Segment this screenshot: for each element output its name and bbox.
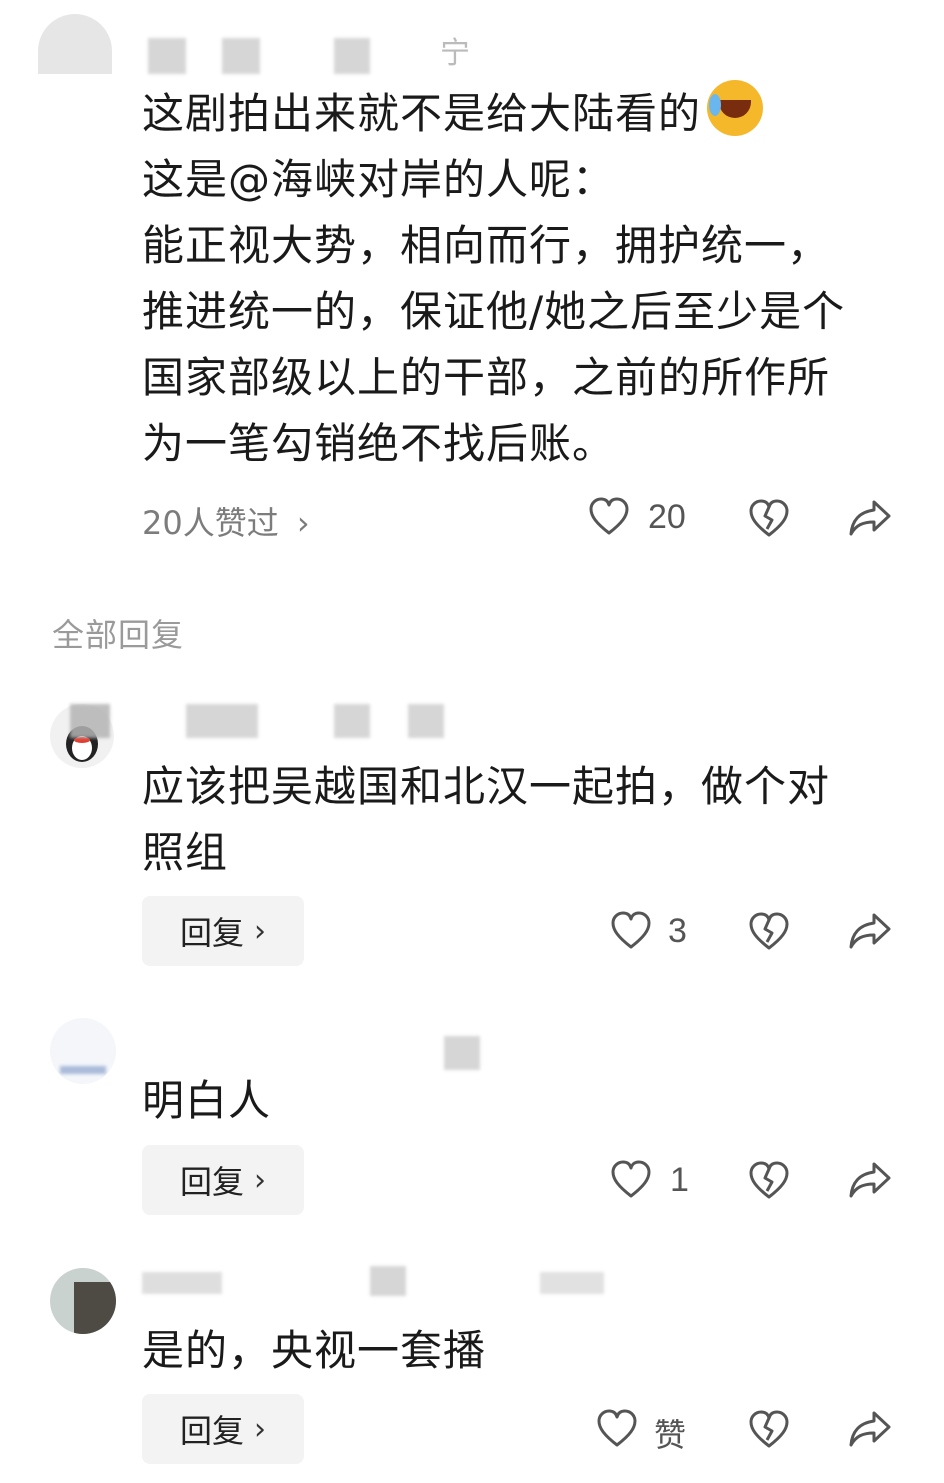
reply-1-like-count: 3 [668, 912, 687, 950]
reply-3-like-label: 赞 [654, 1417, 687, 1453]
section-title-all-replies: 全部回复 [52, 616, 185, 654]
main-comment-line-5: 国家部级以上的干部，之前的所作所 [142, 353, 831, 402]
reply-1-reply-button[interactable]: 回复 › [142, 896, 304, 966]
heart-outline-icon[interactable] [610, 1160, 652, 1200]
liked-by-link[interactable]: 20人赞过 › [142, 498, 310, 544]
reply-3-avatar[interactable] [50, 1268, 116, 1334]
main-comment-line-3: 能正视大势，相向而行，拥护统一， [142, 221, 831, 270]
reply-2-line-1: 明白人 [142, 1076, 272, 1125]
reply-1-line-1: 应该把吴越国和北汉一起拍，做个对 [142, 762, 831, 811]
main-comment-avatar[interactable] [38, 14, 112, 74]
reply-2-like-count: 1 [670, 1161, 689, 1199]
share-arrow-icon[interactable] [848, 1161, 892, 1199]
main-comment-line-1: 这剧拍出来就不是给大陆看的 [142, 80, 912, 147]
reply-1-line-2: 照组 [142, 828, 229, 877]
broken-heart-icon[interactable] [748, 1410, 790, 1450]
reply-2-reply-button[interactable]: 回复 › [142, 1145, 304, 1215]
reply-3-reply-button[interactable]: 回复 › [142, 1394, 304, 1464]
broken-heart-icon[interactable] [748, 499, 790, 539]
share-arrow-icon[interactable] [848, 1410, 892, 1448]
reply-1-text: 应该把吴越国和北汉一起拍，做个对 照组 [142, 754, 912, 886]
reply-2-text: 明白人 [142, 1068, 912, 1134]
main-comment-line-2: 这是@海峡对岸的人呢： [142, 155, 616, 204]
broken-heart-icon[interactable] [748, 912, 790, 952]
reply-3-line-1: 是的，央视一套播 [142, 1326, 487, 1375]
chevron-right-icon: › [254, 1162, 266, 1198]
chevron-right-icon: › [296, 504, 310, 542]
reply-2-avatar[interactable] [50, 1018, 116, 1084]
heart-outline-icon[interactable] [588, 497, 630, 537]
broken-heart-icon[interactable] [748, 1161, 790, 1201]
main-comment-text: 这剧拍出来就不是给大陆看的 这是@海峡对岸的人呢： 能正视大势，相向而行，拥护统… [142, 80, 912, 477]
main-comment-line-4: 推进统一的，保证他/她之后至少是个 [142, 287, 846, 336]
heart-outline-icon[interactable] [610, 911, 652, 951]
chevron-right-icon: › [254, 913, 266, 949]
share-arrow-icon[interactable] [848, 499, 892, 537]
heart-outline-icon[interactable] [596, 1409, 638, 1449]
laughing-crying-emoji-icon [707, 80, 764, 136]
main-comment-line-6: 为一笔勾销绝不找后账。 [142, 419, 616, 468]
main-like-count: 20 [648, 498, 686, 536]
reply-3-text: 是的，央视一套播 [142, 1318, 912, 1384]
chevron-right-icon: › [254, 1411, 266, 1447]
share-arrow-icon[interactable] [848, 912, 892, 950]
